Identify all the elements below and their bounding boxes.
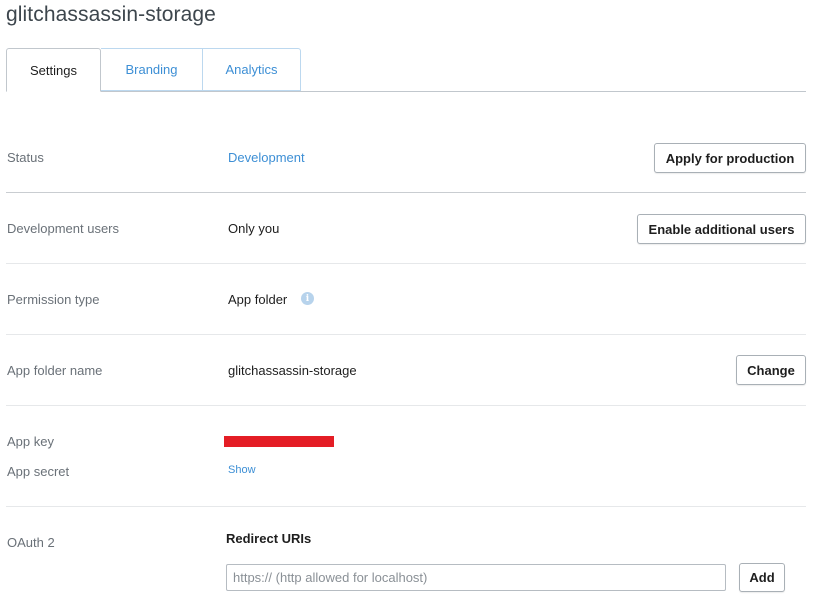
divider xyxy=(6,263,806,264)
divider xyxy=(6,192,806,193)
app-key-label: App key xyxy=(7,434,54,449)
app-secret-label: App secret xyxy=(7,464,70,479)
apply-for-production-button[interactable]: Apply for production xyxy=(654,143,806,173)
divider xyxy=(6,334,806,335)
change-button[interactable]: Change xyxy=(736,355,806,385)
development-users-label: Development users xyxy=(7,221,119,236)
tab-settings[interactable]: Settings xyxy=(6,48,101,92)
status-value-link[interactable]: Development xyxy=(228,150,305,165)
tab-analytics[interactable]: Analytics xyxy=(202,48,301,91)
development-users-value: Only you xyxy=(228,221,280,236)
permission-type-value: App folder xyxy=(228,292,288,307)
status-label: Status xyxy=(7,150,44,165)
add-redirect-uri-button[interactable]: Add xyxy=(739,563,785,592)
app-title: glitchassassin-storage xyxy=(6,3,216,26)
tab-bar: Settings Branding Analytics xyxy=(6,48,806,92)
info-icon[interactable]: i xyxy=(301,292,314,305)
show-secret-link[interactable]: Show xyxy=(228,464,256,476)
oauth2-label: OAuth 2 xyxy=(7,535,55,550)
redirect-uris-heading: Redirect URIs xyxy=(226,531,312,546)
app-folder-name-label: App folder name xyxy=(7,363,103,378)
app-folder-name-value: glitchassassin-storage xyxy=(228,363,357,378)
divider xyxy=(6,405,806,406)
enable-additional-users-button[interactable]: Enable additional users xyxy=(637,214,806,244)
app-key-redacted xyxy=(224,436,334,447)
tab-branding[interactable]: Branding xyxy=(101,48,202,91)
permission-type-label: Permission type xyxy=(7,292,100,307)
divider xyxy=(6,506,806,507)
redirect-uri-input[interactable] xyxy=(226,564,726,591)
